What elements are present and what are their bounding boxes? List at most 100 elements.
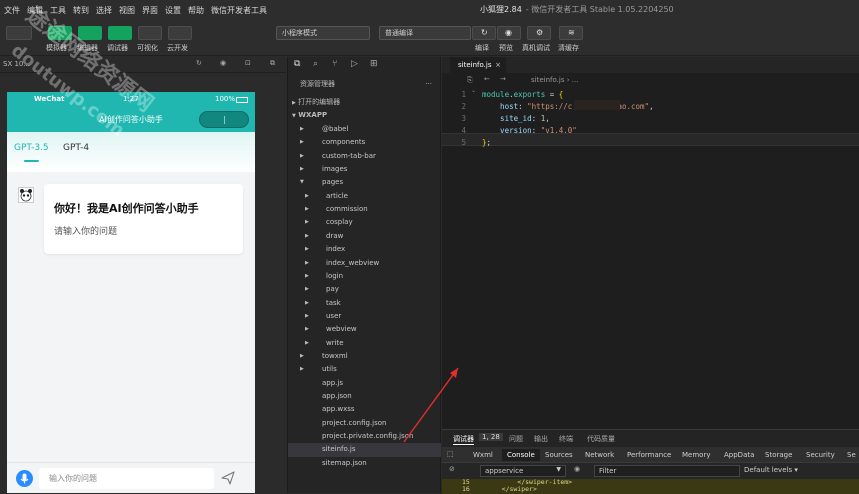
devtools-tab[interactable]: Se bbox=[847, 451, 856, 459]
remote-debug-button[interactable]: ⚙ bbox=[527, 26, 551, 40]
menu-item[interactable]: 选择 bbox=[96, 5, 112, 16]
tab-gpt-4[interactable]: GPT-4 bbox=[63, 143, 89, 153]
folder-item[interactable]: ▶ draw bbox=[288, 230, 441, 243]
search-icon[interactable]: ⌕ bbox=[313, 59, 318, 69]
menu-item[interactable]: 文件 bbox=[4, 5, 20, 16]
menu-item[interactable]: 转到 bbox=[73, 5, 89, 16]
device-debug-icon: ⚙ bbox=[536, 28, 544, 37]
devtools-tab[interactable]: Security bbox=[806, 451, 835, 459]
devtools-tab[interactable]: Wxml bbox=[473, 451, 493, 459]
phone-screen: WeChat 1:27 100% AI创作问答小助手 GPT-3.5 GPT-4… bbox=[7, 92, 255, 493]
eye-icon[interactable]: ◉ bbox=[574, 465, 580, 473]
fold-chevron-icon[interactable]: ⌄ bbox=[471, 87, 476, 94]
folder-item[interactable]: ▶ webview bbox=[288, 323, 441, 336]
forward-icon[interactable]: → bbox=[500, 75, 506, 83]
folder-item[interactable]: ▶ user bbox=[288, 310, 441, 323]
devtools-tab[interactable]: Sources bbox=[545, 451, 573, 459]
mode-select[interactable]: 小程序模式 bbox=[276, 26, 370, 40]
debugger-toggle-button[interactable] bbox=[108, 26, 132, 40]
more-actions-icon[interactable]: ··· bbox=[425, 78, 432, 91]
preview-button[interactable]: ◉ bbox=[497, 26, 521, 40]
simulator-panel: WeChat 1:27 100% AI创作问答小助手 GPT-3.5 GPT-4… bbox=[0, 73, 286, 493]
breadcrumb-path[interactable]: siteinfo.js › ... bbox=[531, 76, 578, 84]
compile-button[interactable]: ↻ bbox=[472, 26, 496, 40]
console-filter-input[interactable]: Filter bbox=[594, 465, 740, 477]
project-section[interactable]: ▼ WXAPP bbox=[288, 109, 442, 122]
breadcrumb: ⎘ ← → siteinfo.js › ... bbox=[442, 73, 859, 88]
code-token: version bbox=[482, 126, 532, 135]
inspect-icon[interactable]: ⬚ bbox=[447, 450, 454, 458]
stop-icon[interactable]: ◉ bbox=[220, 59, 226, 67]
debugger-panel: 调试器 1, 28 问题 输出 终端 代码质量 ⬚ Wxml Console Sources Ne… bbox=[442, 429, 859, 494]
menu-item[interactable]: 微信开发者工具 bbox=[211, 5, 267, 16]
capsule-menu[interactable] bbox=[199, 111, 249, 128]
folder-item[interactable]: ▶ index bbox=[288, 243, 441, 256]
debugger-tab[interactable]: 输出 bbox=[534, 434, 548, 444]
window-title: 小狐狸2.84- 微信开发者工具 Stable 1.05.2204250 bbox=[480, 5, 674, 14]
explorer-activity-bar: ⧉ ⌕ ⑂ ▷ ⊞ bbox=[288, 57, 442, 73]
tab-gpt-3-5[interactable]: GPT-3.5 bbox=[14, 143, 49, 153]
menu-item[interactable]: 设置 bbox=[165, 5, 181, 16]
block-icon[interactable]: ⊘ bbox=[449, 465, 455, 473]
menu-item[interactable]: 编辑 bbox=[27, 5, 43, 16]
bookmark-icon[interactable]: ⎘ bbox=[467, 76, 473, 85]
folder-item[interactable]: ▶ components bbox=[288, 136, 441, 149]
devtools-tab[interactable]: Network bbox=[585, 451, 614, 459]
folder-item[interactable]: ▶ write bbox=[288, 337, 441, 350]
devtools-tab[interactable]: Console bbox=[502, 449, 540, 461]
folder-item[interactable]: ▶ task bbox=[288, 297, 441, 310]
question-input[interactable]: 输入你的问题 bbox=[39, 468, 214, 489]
debugger-tab[interactable]: 代码质量 bbox=[587, 434, 615, 444]
eye-icon: ◉ bbox=[505, 28, 512, 37]
folder-item[interactable]: ▶ pay bbox=[288, 283, 441, 296]
folder-item[interactable]: ▶ @babel bbox=[288, 123, 441, 136]
files-icon[interactable]: ⧉ bbox=[294, 59, 300, 69]
folder-item[interactable]: ▶ images bbox=[288, 163, 441, 176]
debugger-tab[interactable]: 问题 bbox=[509, 434, 523, 444]
debug-icon[interactable]: ▷ bbox=[351, 59, 358, 69]
source-control-icon[interactable]: ⑂ bbox=[332, 59, 337, 69]
avatar[interactable] bbox=[6, 26, 32, 40]
microphone-button[interactable] bbox=[16, 470, 33, 487]
menu-item[interactable]: 帮助 bbox=[188, 5, 204, 16]
cloud-dev-button[interactable] bbox=[168, 26, 192, 40]
editor-toggle-button[interactable] bbox=[78, 26, 102, 40]
menu-item[interactable]: 工具 bbox=[50, 5, 66, 16]
log-levels-select[interactable]: Default levels ▾ bbox=[744, 466, 798, 474]
context-select[interactable]: appservice ▼ bbox=[480, 465, 566, 477]
visual-toggle-button[interactable] bbox=[138, 26, 162, 40]
devtools-tab[interactable]: AppData bbox=[724, 451, 754, 459]
debugger-tab[interactable]: 终端 bbox=[559, 434, 573, 444]
compile-select[interactable]: 普通编译 bbox=[379, 26, 471, 40]
close-icon[interactable]: × bbox=[495, 57, 501, 73]
chevron-right-icon: ▶ bbox=[305, 219, 309, 226]
folder-item[interactable]: ▶ index_webview bbox=[288, 257, 441, 270]
editor-tab-siteinfo[interactable]: siteinfo.js × bbox=[450, 57, 506, 73]
clear-cache-button[interactable]: ≋ bbox=[559, 26, 583, 40]
extensions-icon[interactable]: ⊞ bbox=[370, 59, 378, 69]
tree-item-label: draw bbox=[326, 231, 344, 240]
folder-item[interactable]: ▶ login bbox=[288, 270, 441, 283]
tree-item-label: towxml bbox=[322, 351, 348, 360]
simulator-toggle-button[interactable] bbox=[48, 26, 72, 40]
back-icon[interactable]: ← bbox=[484, 75, 490, 83]
folder-item[interactable]: ▶ custom-tab-bar bbox=[288, 150, 441, 163]
chevron-right-icon: ▶ bbox=[305, 312, 309, 319]
folder-item[interactable]: ▼ pages bbox=[288, 176, 441, 189]
send-icon[interactable] bbox=[221, 471, 235, 485]
folder-item[interactable]: ▶ commission bbox=[288, 203, 441, 216]
open-editors-section[interactable]: ▶ 打开的编辑器 bbox=[288, 96, 442, 109]
menu-item[interactable]: 视图 bbox=[119, 5, 135, 16]
folder-item[interactable]: ▶ cosplay bbox=[288, 216, 441, 229]
popout-icon[interactable]: ⧉ bbox=[270, 59, 275, 68]
device-label[interactable]: SX 10... bbox=[3, 60, 30, 68]
folder-item[interactable]: ▶ article bbox=[288, 190, 441, 203]
battery-icon bbox=[236, 97, 248, 103]
home-icon[interactable]: ⊡ bbox=[245, 59, 251, 67]
reload-icon[interactable]: ↻ bbox=[196, 59, 202, 67]
devtools-tab[interactable]: Storage bbox=[765, 451, 792, 459]
menu-item[interactable]: 界面 bbox=[142, 5, 158, 16]
devtools-tab[interactable]: Memory bbox=[682, 451, 710, 459]
devtools-tab[interactable]: Performance bbox=[627, 451, 671, 459]
file-item[interactable]: sitemap.json bbox=[288, 457, 441, 470]
